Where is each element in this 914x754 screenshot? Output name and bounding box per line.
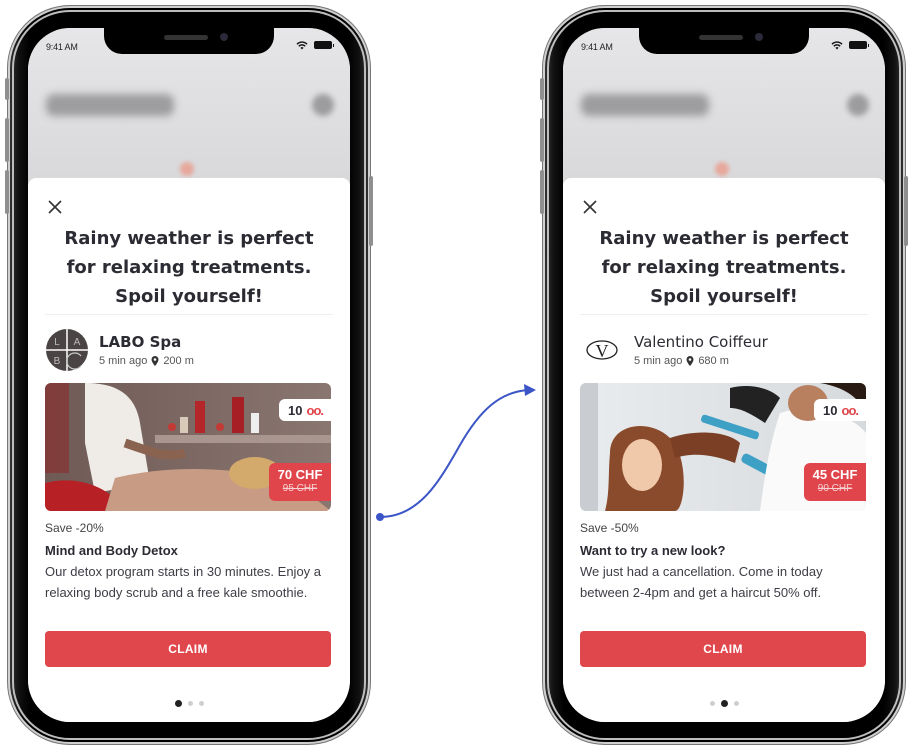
- offer-title: Mind and Body Detox: [45, 543, 178, 558]
- svg-text:B: B: [54, 356, 61, 367]
- massage-treatment-photo[interactable]: 10 oo. 70 CHF 95 CHF: [45, 383, 331, 511]
- battery-icon: [849, 41, 869, 49]
- divider: [580, 314, 868, 315]
- volume-up-button: [5, 118, 9, 162]
- page-dot-1[interactable]: [174, 700, 182, 707]
- status-icons: [831, 40, 869, 50]
- phone-mockup-2: 9:41 AM Rainy weather is perfect for rel…: [540, 6, 908, 744]
- merchant-row[interactable]: L A B LABO Spa 5 min ago 200 m: [45, 327, 333, 373]
- merchant-name: LABO Spa: [99, 333, 182, 351]
- page-dot-2[interactable]: [720, 700, 728, 707]
- location-pin-icon: [151, 356, 159, 366]
- close-icon[interactable]: [581, 198, 599, 216]
- blurred-avatar: [847, 94, 869, 116]
- price-current: 70 CHF: [277, 467, 323, 482]
- notch: [104, 28, 274, 54]
- wifi-icon: [831, 41, 843, 50]
- page-dot-1[interactable]: [709, 701, 715, 706]
- points-value: 10: [823, 402, 838, 418]
- save-percent: Save -50%: [580, 521, 639, 535]
- blurred-discover-title: [46, 94, 174, 116]
- phone-mockup-1: 9:41 AM Rainy weather is perfect for rel…: [5, 6, 373, 744]
- page-dot-3[interactable]: [198, 701, 204, 706]
- mute-switch: [540, 78, 544, 100]
- svg-text:A: A: [74, 337, 81, 348]
- labo-spa-logo: L A B: [46, 329, 88, 371]
- claim-button[interactable]: CLAIM: [580, 631, 866, 667]
- offer-description: We just had a cancellation. Come in toda…: [580, 564, 823, 600]
- svg-text:L: L: [54, 337, 60, 348]
- points-logo-icon: oo.: [306, 402, 324, 418]
- page-dot-3[interactable]: [733, 701, 739, 706]
- blurred-avatar: [312, 94, 334, 116]
- location-pin-icon: [686, 356, 694, 366]
- notch: [639, 28, 809, 54]
- points-badge: 10 oo.: [279, 399, 331, 421]
- blurred-map-pin: [715, 162, 729, 176]
- blurred-map-pin: [180, 162, 194, 176]
- volume-down-button: [5, 170, 9, 214]
- svg-text:V: V: [596, 341, 609, 361]
- close-icon[interactable]: [46, 198, 64, 216]
- price-badge: 45 CHF 90 CHF: [804, 463, 866, 501]
- divider: [45, 314, 333, 315]
- hair-styling-photo[interactable]: 10 oo. 45 CHF 90 CHF: [580, 383, 866, 511]
- price-original: 90 CHF: [817, 483, 853, 494]
- wifi-icon: [296, 41, 308, 50]
- volume-up-button: [540, 118, 544, 162]
- merchant-name: Valentino Coiffeur: [634, 333, 768, 351]
- offer-sheet: Rainy weather is perfect for relaxing tr…: [563, 178, 885, 722]
- battery-icon: [314, 41, 334, 49]
- mute-switch: [5, 78, 9, 100]
- volume-down-button: [540, 170, 544, 214]
- page-indicator: [563, 700, 885, 707]
- points-logo-icon: oo.: [841, 402, 859, 418]
- page-dot-2[interactable]: [187, 701, 193, 706]
- power-button: [904, 176, 908, 246]
- power-button: [369, 176, 373, 246]
- save-percent: Save -20%: [45, 521, 104, 535]
- points-badge: 10 oo.: [814, 399, 866, 421]
- blurred-discover-title: [581, 94, 709, 116]
- offer-headline: Rainy weather is perfect for relaxing tr…: [599, 228, 849, 307]
- phone-screen: 9:41 AM Rainy weather is perfect for rel…: [28, 28, 350, 722]
- page-indicator: [28, 700, 350, 707]
- offer-title: Want to try a new look?: [580, 543, 726, 558]
- time-ago: 5 min ago: [99, 355, 148, 367]
- status-icons: [296, 40, 334, 50]
- flow-arrow: [376, 384, 536, 521]
- time-ago: 5 min ago: [634, 355, 683, 367]
- status-time: 9:41 AM: [46, 42, 78, 52]
- offer-sheet: Rainy weather is perfect for relaxing tr…: [28, 178, 350, 722]
- valentino-logo: V: [586, 340, 618, 361]
- status-time: 9:41 AM: [581, 42, 613, 52]
- merchant-row[interactable]: V Valentino Coiffeur 5 min ago 680 m: [580, 327, 868, 373]
- phone-screen: 9:41 AM Rainy weather is perfect for rel…: [563, 28, 885, 722]
- claim-button[interactable]: CLAIM: [45, 631, 331, 667]
- price-original: 95 CHF: [282, 483, 318, 494]
- distance: 680 m: [698, 355, 729, 367]
- offer-headline: Rainy weather is perfect for relaxing tr…: [64, 228, 314, 307]
- offer-description: Our detox program starts in 30 minutes. …: [45, 564, 322, 600]
- points-value: 10: [288, 402, 303, 418]
- price-badge: 70 CHF 95 CHF: [269, 463, 331, 501]
- distance: 200 m: [163, 355, 194, 367]
- price-current: 45 CHF: [812, 467, 858, 482]
